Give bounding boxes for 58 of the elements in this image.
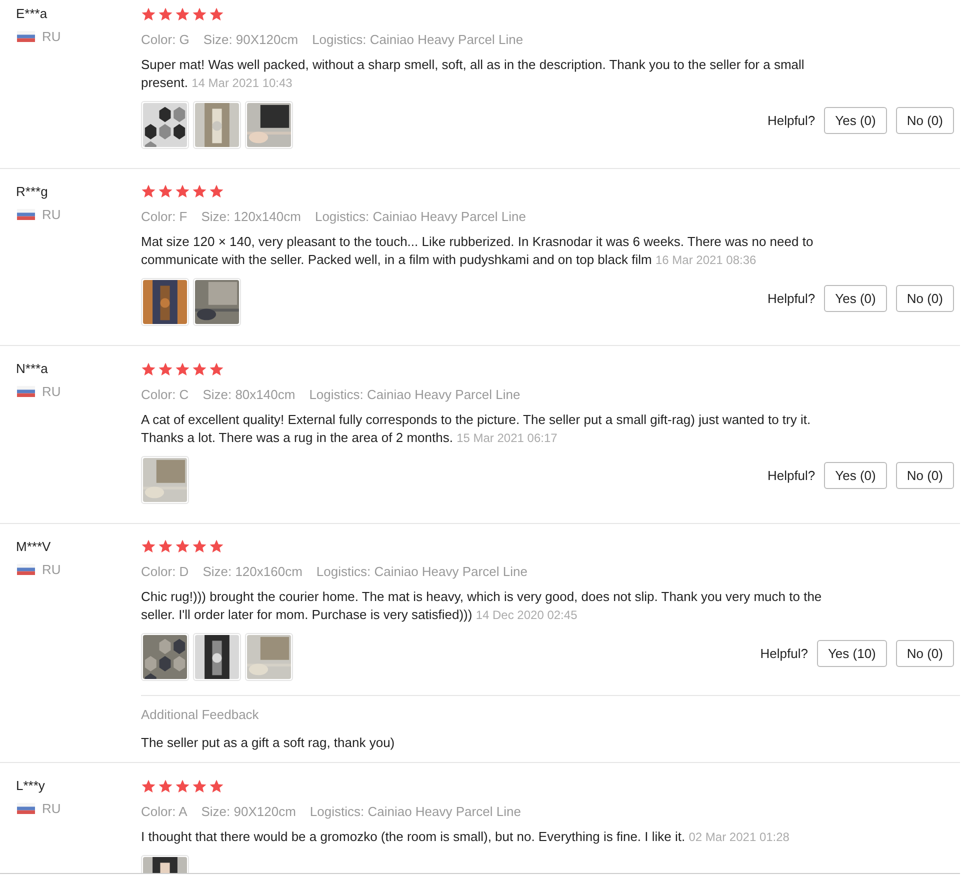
- helpful-label: Helpful?: [767, 290, 816, 306]
- flag-icon: [16, 386, 36, 397]
- no-button[interactable]: No (0): [896, 284, 954, 312]
- photo-thumbnail[interactable]: [193, 633, 241, 681]
- photo-thumbnail[interactable]: [141, 100, 189, 148]
- no-button[interactable]: No (0): [896, 107, 954, 134]
- photo-thumbnail[interactable]: [141, 633, 189, 681]
- flag-icon: [16, 208, 36, 220]
- user-name: R***g: [16, 182, 49, 200]
- user-name: M***V: [16, 538, 52, 556]
- logistics-info: Logistics: Cainiao Heavy Parcel Line: [314, 208, 526, 226]
- review-text: A cat of excellent quality! External fully corresponds to the picture. The seller put a small gift-rag) just wanted to try it. Thanks a lot. There was a rug in the area of 2 months. 15 Mar 2021 06:17: [141, 410, 812, 446]
- size-option: Size: 90X120cm: [203, 30, 298, 48]
- logistics-info: Logistics: Cainiao Heavy Parcel Line: [309, 386, 520, 404]
- photo-thumbnail[interactable]: [141, 456, 189, 504]
- logistics-info: Logistics: Cainiao Heavy Parcel Line: [316, 563, 528, 581]
- yes-button[interactable]: Yes (0): [824, 107, 887, 134]
- helpful-label: Helpful?: [767, 468, 816, 483]
- logistics-info: Logistics: Cainiao Heavy Parcel Line: [312, 30, 524, 48]
- size-option: Size: 120x160cm: [202, 563, 302, 581]
- photo-thumbnail[interactable]: [245, 100, 293, 148]
- user-name: N***a: [16, 360, 49, 378]
- size-option: Size: 120x140cm: [201, 208, 301, 226]
- review-text: Mat size 120 × 140, very pleasant to the touch... Like rubberized. In Krasnodar it was 6 weeks. There was no need to communicate with the seller. Packed well, in a film with pudyshkami and on top black film 16 Mar 2021 08:36: [141, 233, 814, 269]
- country-code: RU: [42, 562, 61, 576]
- no-button[interactable]: No (0): [896, 640, 954, 666]
- color-option: Color: G: [141, 30, 190, 48]
- user-name: E***a: [16, 5, 48, 23]
- photo-thumbnail[interactable]: [141, 278, 189, 326]
- country-code: RU: [42, 206, 61, 222]
- yes-button[interactable]: Yes (10): [816, 640, 887, 666]
- additional-feedback-label: Additional Feedback: [141, 706, 260, 724]
- yes-button[interactable]: Yes (0): [824, 284, 887, 312]
- review-text: Chic rug!))) brought the courier home. The mat is heavy, which is very good, does not slip. Thank you very much to the seller. I'll order later for mom. Purchase is very satisfied))) 14 Dec 2020 02:45: [141, 588, 823, 624]
- review-text: I thought that there would be a gromozko (the room is small), but no. Everything is fine. I like it. 02 Mar 2021 01:28: [141, 828, 790, 846]
- no-button[interactable]: No (0): [896, 462, 954, 489]
- logistics-info: Logistics: Cainiao Heavy Parcel Line: [310, 802, 521, 820]
- photo-thumbnail[interactable]: [193, 100, 241, 148]
- size-option: Size: 80x140cm: [202, 386, 296, 404]
- color-option: Color: D: [141, 563, 189, 581]
- additional-feedback-text: The seller put as a gift a soft rag, thank you): [141, 734, 396, 752]
- size-option: Size: 90X120cm: [201, 802, 296, 820]
- country-code: RU: [42, 384, 61, 399]
- review-text: Super mat! Was well packed, without a sharp smell, soft, all as in the description. Thank you to the seller for a small present. 14 Mar 2021 10:43: [141, 56, 806, 92]
- photo-thumbnail[interactable]: [245, 633, 293, 681]
- country-code: RU: [42, 801, 61, 816]
- country-code: RU: [42, 29, 61, 44]
- flag-icon: [16, 31, 36, 42]
- yes-button[interactable]: Yes (0): [824, 462, 887, 489]
- photo-thumbnail[interactable]: [193, 278, 241, 326]
- color-option: Color: A: [141, 802, 188, 820]
- flag-icon: [16, 803, 36, 814]
- helpful-label: Helpful?: [767, 113, 816, 128]
- color-option: Color: F: [141, 208, 188, 226]
- helpful-label: Helpful?: [760, 646, 808, 660]
- flag-icon: [16, 564, 36, 574]
- user-name: L***y: [16, 777, 46, 795]
- color-option: Color: C: [141, 386, 189, 404]
